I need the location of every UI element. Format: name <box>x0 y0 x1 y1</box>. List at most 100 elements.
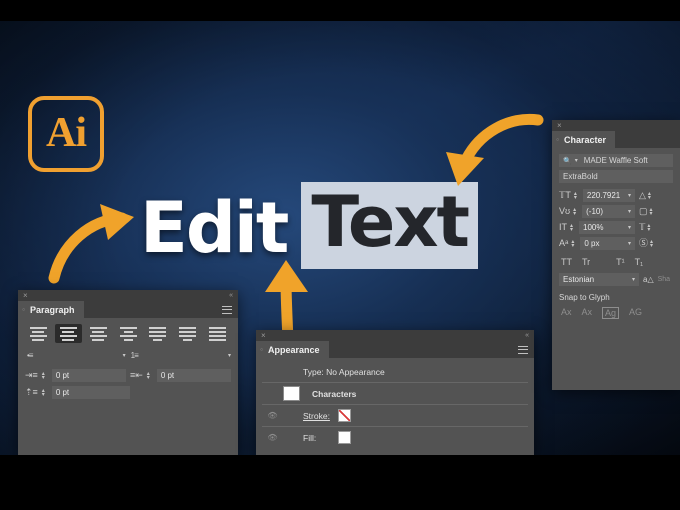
subscript-button[interactable]: T₁ <box>635 257 644 267</box>
left-indent-stepper[interactable]: ▴ ▾ <box>42 371 45 381</box>
snap-xheight-icon[interactable]: Ax <box>582 307 593 319</box>
tracking-stepper[interactable]: ▴ ▾ <box>650 207 653 217</box>
leading-icon: △ <box>639 190 646 200</box>
vertical-scale-icon: IT <box>559 222 567 232</box>
close-icon[interactable]: × <box>261 331 266 341</box>
horizontal-scale-icon: 𝕋 <box>639 222 646 232</box>
tab-paragraph-label: Paragraph <box>30 304 75 315</box>
justify-last-right-button[interactable] <box>174 324 201 343</box>
kerning-icon: Vʊ <box>559 206 571 216</box>
vertical-scale-stepper[interactable]: ▴ ▾ <box>570 223 573 233</box>
align-left-button[interactable] <box>25 324 52 343</box>
font-size-chevron-down-icon[interactable]: ▾ <box>628 192 631 199</box>
font-family-field[interactable]: 🔍 ▾ MADE Waffle Soft <box>559 154 673 167</box>
paragraph-panel-tabbar: Paragraph <box>18 301 238 318</box>
vertical-scale-field[interactable]: 100% ▾ <box>579 221 635 234</box>
language-row: Estonian ▾ a△ Sha <box>559 273 673 286</box>
character-panel[interactable]: × Character 🔍 ▾ MADE Waffle Soft ExtraBo… <box>552 120 680 390</box>
horizontal-scale-stepper[interactable]: ▴ ▾ <box>647 223 650 233</box>
snap-baseline-icon[interactable]: Ax <box>561 307 572 319</box>
kerning-chevron-down-icon[interactable]: ▾ <box>628 208 631 215</box>
hamburger-menu-icon[interactable] <box>518 345 528 354</box>
appearance-panel[interactable]: × « Appearance Type: No Appearance Chara… <box>256 330 534 455</box>
justify-last-center-button[interactable] <box>144 324 171 343</box>
appearance-type-row: Type: No Appearance <box>262 363 528 380</box>
appearance-stroke-label[interactable]: Stroke: <box>303 411 330 421</box>
appearance-fill-row[interactable]: 👁 Fill: <box>262 429 528 446</box>
anti-aliasing-icon: a△ <box>643 274 654 284</box>
eye-icon[interactable]: 👁 <box>264 411 281 420</box>
numbered-list-chevron-down-icon[interactable]: ▾ <box>228 352 231 359</box>
snap-capheight-icon[interactable]: AG <box>629 307 642 319</box>
snap-to-glyph-label: Snap to Glyph <box>559 293 610 302</box>
small-caps-button[interactable]: Tr <box>582 257 590 267</box>
paragraph-panel-titlebar: × « <box>18 290 238 301</box>
characters-swatch[interactable] <box>283 386 300 401</box>
kerning-field[interactable]: (-10) ▾ <box>582 205 635 218</box>
superscript-button[interactable]: T¹ <box>616 257 625 267</box>
tab-character-label: Character <box>564 134 607 145</box>
snap-bounding-box-icon[interactable]: Ag <box>602 307 620 319</box>
left-indent-icon: ⇥≡ <box>25 370 38 380</box>
font-family-value: MADE Waffle Soft <box>583 156 648 165</box>
baseline-shift-field[interactable]: 0 px ▾ <box>580 237 635 250</box>
baseline-shift-stepper[interactable]: ▴ ▾ <box>571 239 574 249</box>
tab-character[interactable]: Character <box>552 131 616 148</box>
all-caps-button[interactable]: TT <box>561 257 572 267</box>
screenshot-stage: Ai Edit Text × « Paragraph <box>0 0 680 510</box>
fill-swatch-white[interactable] <box>338 431 352 444</box>
tab-appearance[interactable]: Appearance <box>256 341 329 358</box>
headline-word-text-highlighted: Text <box>301 182 478 269</box>
vertical-scale-chevron-down-icon[interactable]: ▾ <box>628 224 631 231</box>
numbered-list-icon[interactable]: 1≡ <box>131 351 139 360</box>
appearance-fill-label[interactable]: Fill: <box>303 433 316 443</box>
language-field[interactable]: Estonian ▾ <box>559 273 639 286</box>
right-indent-field[interactable]: 0 pt <box>156 369 231 382</box>
paragraph-panel[interactable]: × « Paragraph <box>18 290 238 455</box>
collapse-icon[interactable]: « <box>525 331 529 341</box>
appearance-characters-row[interactable]: Characters <box>262 385 528 402</box>
character-rotation-stepper[interactable]: ▴ ▾ <box>650 239 653 249</box>
space-before-field[interactable]: 0 pt <box>51 386 130 399</box>
kerning-row: Vʊ ▴ ▾ (-10) ▾ ▢ ▴ ▾ <box>559 205 673 218</box>
right-indent-stepper[interactable]: ▴ ▾ <box>147 371 150 381</box>
character-panel-tabbar: Character <box>552 131 680 148</box>
paragraph-alignment-group <box>25 324 231 343</box>
close-icon[interactable]: × <box>557 121 562 131</box>
space-before-value: 0 pt <box>55 388 70 397</box>
justify-last-left-button[interactable] <box>115 324 142 343</box>
close-icon[interactable]: × <box>23 291 28 301</box>
space-before-icon: ⇡≡ <box>25 387 38 397</box>
leading-stepper[interactable]: ▴ ▾ <box>648 191 651 201</box>
left-indent-value: 0 pt <box>55 371 70 380</box>
font-size-field[interactable]: 220.7921 ▾ <box>582 189 635 202</box>
space-before-stepper[interactable]: ▴ ▾ <box>42 388 45 398</box>
appearance-stroke-row[interactable]: 👁 Stroke: <box>262 407 528 424</box>
language-value: Estonian <box>563 275 595 284</box>
bullet-list-chevron-down-icon[interactable]: ▾ <box>123 352 126 359</box>
tracking-icon: ▢ <box>639 206 648 216</box>
font-style-field[interactable]: ExtraBold <box>559 170 673 183</box>
font-size-value: 220.7921 <box>586 191 621 200</box>
language-chevron-down-icon[interactable]: ▾ <box>632 276 635 283</box>
search-icon[interactable]: 🔍 <box>563 157 572 165</box>
collapse-icon[interactable]: « <box>229 291 233 301</box>
font-size-stepper[interactable]: ▴ ▾ <box>574 191 577 201</box>
align-center-button[interactable] <box>54 324 82 343</box>
ai-logo-label: Ai <box>46 109 87 156</box>
right-indent-icon: ≡⇤ <box>130 370 143 380</box>
left-indent-field[interactable]: 0 pt <box>51 369 126 382</box>
character-case-group: TT Tr T¹ T₁ <box>561 257 673 267</box>
tab-paragraph[interactable]: Paragraph <box>18 301 84 318</box>
stroke-swatch-none[interactable] <box>337 409 351 422</box>
divider <box>262 382 528 383</box>
character-rotation-icon: Ⓢ <box>639 238 649 248</box>
kerning-stepper[interactable]: ▴ ▾ <box>573 207 576 217</box>
baseline-shift-chevron-down-icon[interactable]: ▾ <box>628 240 631 247</box>
eye-icon[interactable]: 👁 <box>264 433 281 442</box>
align-right-button[interactable] <box>85 324 112 343</box>
font-family-chevron-down-icon[interactable]: ▾ <box>575 157 578 164</box>
hamburger-menu-icon[interactable] <box>222 305 232 314</box>
justify-all-button[interactable] <box>204 324 231 343</box>
bullet-list-icon[interactable]: •≡ <box>27 351 34 360</box>
